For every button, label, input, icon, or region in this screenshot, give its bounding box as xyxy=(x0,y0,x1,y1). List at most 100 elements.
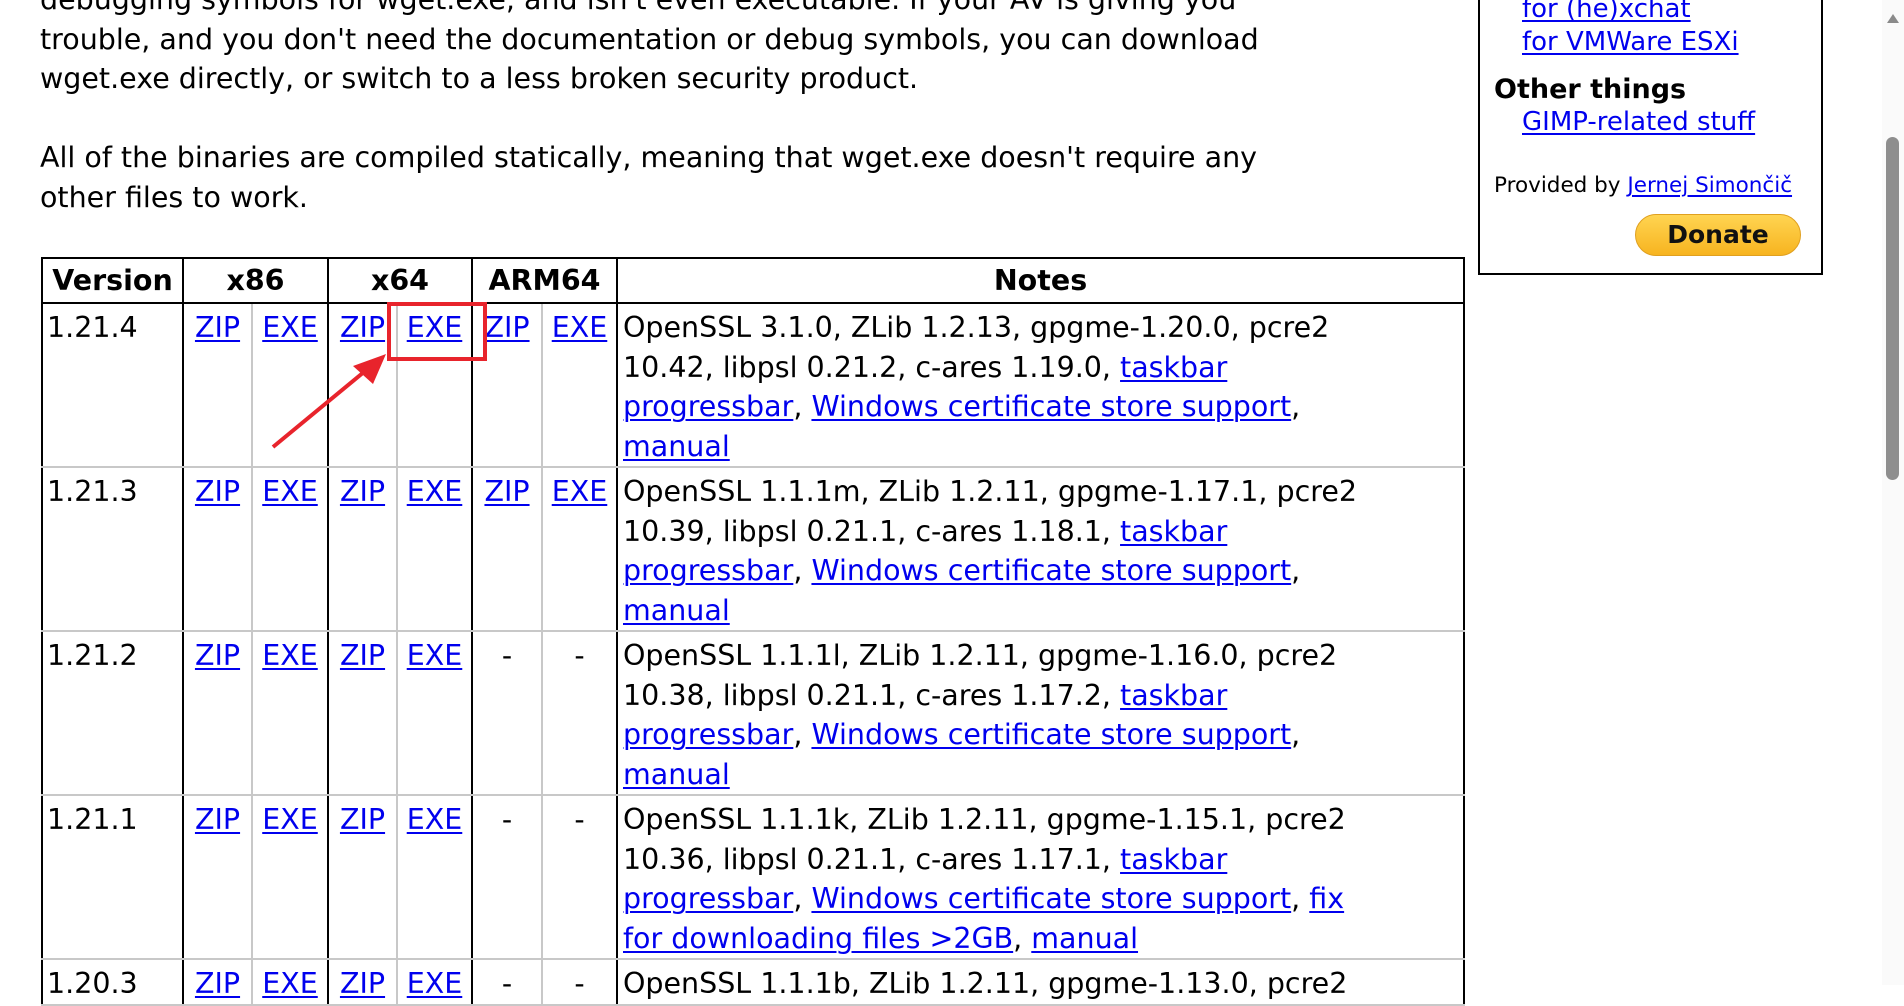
x86-exe-cell: EXE xyxy=(252,630,329,796)
notes-line: manual xyxy=(623,591,1463,631)
other-things-heading: Other things xyxy=(1494,74,1687,105)
x86-exe-link[interactable]: EXE xyxy=(262,803,318,836)
notes-link[interactable]: taskbar xyxy=(1120,515,1227,548)
notes-link[interactable]: Windows certificate store support xyxy=(811,554,1291,587)
x86-zip-link[interactable]: ZIP xyxy=(195,475,240,508)
x64-zip-link[interactable]: ZIP xyxy=(340,475,385,508)
text-line: trouble, and you don't need the document… xyxy=(40,22,1259,56)
notes-link[interactable]: Windows certificate store support xyxy=(811,390,1291,423)
arm64-exe-link[interactable]: EXE xyxy=(552,475,608,508)
arm64-exe-link[interactable]: EXE xyxy=(552,311,608,344)
arm64-exe-cell: EXE xyxy=(542,466,618,632)
notes-link[interactable]: progressbar xyxy=(623,718,793,751)
notes-line: progressbar, Windows certificate store s… xyxy=(623,715,1463,755)
notes-link[interactable]: manual xyxy=(623,594,730,627)
arm64-zip-cell: ZIP xyxy=(472,466,543,632)
x64-exe-link[interactable]: EXE xyxy=(407,639,463,672)
x64-zip-link[interactable]: ZIP xyxy=(340,639,385,672)
x86-zip-cell: ZIP xyxy=(183,466,253,632)
scrollbar-thumb[interactable] xyxy=(1886,137,1899,480)
notes-link[interactable]: progressbar xyxy=(623,390,793,423)
x64-exe-link[interactable]: EXE xyxy=(407,967,463,1000)
notes-line: OpenSSL 1.1.1k, ZLib 1.2.11, gpgme-1.15.… xyxy=(623,800,1463,840)
arm64-zip-cell: - xyxy=(472,630,543,796)
notes-line: OpenSSL 1.1.1b, ZLib 1.2.11, gpgme-1.13.… xyxy=(623,964,1463,1004)
x64-exe-cell: EXE xyxy=(397,958,473,1006)
header-version: Version xyxy=(41,257,184,304)
x86-zip-link[interactable]: ZIP xyxy=(195,311,240,344)
x64-exe-link[interactable]: EXE xyxy=(407,475,463,508)
x86-exe-cell: EXE xyxy=(252,958,329,1006)
text-line: All of the binaries are compiled statica… xyxy=(40,141,1258,174)
notes-link[interactable]: taskbar xyxy=(1120,679,1227,712)
downloads-table: Version x86 x64 ARM64 Notes 1.21.4 ZIP EXE… xyxy=(41,257,1465,1006)
x86-exe-link[interactable]: EXE xyxy=(262,967,318,1000)
x64-zip-link[interactable]: ZIP xyxy=(340,803,385,836)
arm64-zip-link[interactable]: ZIP xyxy=(484,475,529,508)
version-cell: 1.21.4 xyxy=(41,302,184,468)
x86-exe-link[interactable]: EXE xyxy=(262,639,318,672)
arm64-zip-cell: ZIP xyxy=(472,302,543,468)
unavailable-dash: - xyxy=(501,639,513,672)
x64-zip-cell: ZIP xyxy=(328,302,398,468)
x64-zip-link[interactable]: ZIP xyxy=(340,967,385,1000)
x86-zip-link[interactable]: ZIP xyxy=(195,639,240,672)
notes-line: OpenSSL 1.1.1l, ZLib 1.2.11, gpgme-1.16.… xyxy=(623,636,1463,676)
x64-exe-link[interactable]: EXE xyxy=(407,803,463,836)
notes-link[interactable]: manual xyxy=(623,758,730,791)
x64-exe-link[interactable]: EXE xyxy=(407,311,463,344)
notes-link[interactable]: taskbar xyxy=(1120,843,1227,876)
notes-cell: OpenSSL 3.1.0, ZLib 1.2.13, gpgme-1.20.0… xyxy=(617,302,1465,468)
main-content: debugging symbols for wget.exe, and isn'… xyxy=(40,0,1470,257)
sidebar-link-gimp[interactable]: GIMP-related stuff xyxy=(1522,107,1755,137)
x86-exe-link[interactable]: EXE xyxy=(262,311,318,344)
x86-zip-cell: ZIP xyxy=(183,302,253,468)
sidebar: for (he)xchat for VMWare ESXi Other thin… xyxy=(1478,0,1823,275)
sidebar-link-hexchat[interactable]: for (he)xchat xyxy=(1522,0,1691,24)
intro-paragraph-1: debugging symbols for wget.exe, and isn'… xyxy=(40,0,1470,99)
notes-link[interactable]: for downloading files >2GB xyxy=(623,922,1013,955)
notes-link[interactable]: progressbar xyxy=(623,554,793,587)
table-row: 1.21.1 ZIP EXE ZIP EXE - - OpenSSL 1.1.1k, ZLib… xyxy=(41,794,1465,960)
scroll-up-arrow-icon[interactable] xyxy=(1887,14,1899,23)
notes-text: , xyxy=(1013,921,1032,955)
x64-exe-cell: EXE xyxy=(397,630,473,796)
sidebar-link-vmware-esxi[interactable]: for VMWare ESXi xyxy=(1522,27,1739,57)
notes-line: OpenSSL 3.1.0, ZLib 1.2.13, gpgme-1.20.0… xyxy=(623,308,1463,348)
arm64-exe-cell: EXE xyxy=(542,302,618,468)
author-link[interactable]: Jernej Simončič xyxy=(1627,173,1792,198)
x64-zip-cell: ZIP xyxy=(328,466,398,632)
x86-zip-link[interactable]: ZIP xyxy=(195,803,240,836)
x86-exe-link[interactable]: EXE xyxy=(262,475,318,508)
x86-exe-cell: EXE xyxy=(252,302,329,468)
header-arm64: ARM64 xyxy=(471,257,618,304)
notes-line: 10.36, libpsl 0.21.1, c-ares 1.17.1, tas… xyxy=(623,840,1463,880)
x86-zip-link[interactable]: ZIP xyxy=(195,967,240,1000)
notes-text: 10.39, libpsl 0.21.1, c-ares 1.18.1, xyxy=(623,514,1121,548)
unavailable-dash: - xyxy=(501,803,513,836)
notes-text: OpenSSL 1.1.1k, ZLib 1.2.11, gpgme-1.15.… xyxy=(623,803,1346,836)
notes-line: progressbar, Windows certificate store s… xyxy=(623,879,1463,919)
notes-line: manual xyxy=(623,755,1463,795)
notes-text: 10.36, libpsl 0.21.1, c-ares 1.17.1, xyxy=(623,842,1121,876)
scrollbar[interactable] xyxy=(1882,0,1904,985)
notes-text: OpenSSL 1.1.1m, ZLib 1.2.11, gpgme-1.17.… xyxy=(623,475,1358,508)
notes-text: , xyxy=(793,882,812,915)
notes-link[interactable]: Windows certificate store support xyxy=(811,882,1291,915)
notes-text: , xyxy=(1291,882,1310,915)
notes-link[interactable]: manual xyxy=(1031,922,1138,955)
table-row: 1.21.4 ZIP EXE ZIP EXE ZIP EXE OpenSSL 3.1.0, Z… xyxy=(41,302,1465,468)
notes-link[interactable]: progressbar xyxy=(623,882,793,915)
header-x86: x86 xyxy=(182,257,329,304)
donate-button[interactable]: Donate xyxy=(1635,214,1801,256)
x86-zip-cell: ZIP xyxy=(183,630,253,796)
notes-link[interactable]: taskbar xyxy=(1120,351,1227,384)
arm64-zip-link[interactable]: ZIP xyxy=(484,311,529,344)
notes-line: 10.42, libpsl 0.21.2, c-ares 1.19.0, tas… xyxy=(623,348,1463,388)
x64-zip-cell: ZIP xyxy=(328,794,398,960)
x64-zip-link[interactable]: ZIP xyxy=(340,311,385,344)
notes-link[interactable]: Windows certificate store support xyxy=(811,718,1291,751)
table-row: 1.21.3 ZIP EXE ZIP EXE ZIP EXE OpenSSL 1.1.1m, … xyxy=(41,466,1465,632)
notes-link[interactable]: fix xyxy=(1309,882,1344,915)
notes-link[interactable]: manual xyxy=(623,430,730,463)
